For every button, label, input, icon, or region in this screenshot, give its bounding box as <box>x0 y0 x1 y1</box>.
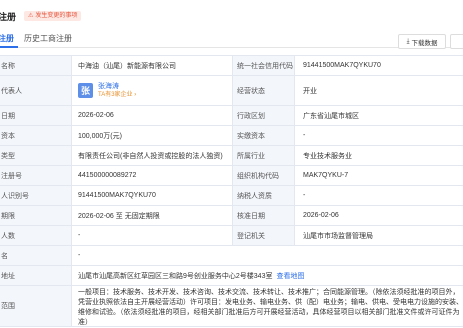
registration-authority: 汕尾市市场监督管理局 <box>294 226 463 245</box>
legal-rep-link[interactable]: 张海涛 <box>98 82 136 91</box>
field-label: 注册号 <box>0 166 71 185</box>
table-row: 名称 中海油（汕尾）新能源有限公司 统一社会信用代码 91441500MAK7Q… <box>0 56 463 76</box>
field-label: 核准日期 <box>232 206 294 225</box>
download-label: 下载数据 <box>411 39 438 47</box>
field-label: 期限 <box>0 206 71 225</box>
company-name: 中海油（汕尾）新能源有限公司 <box>71 56 232 75</box>
business-term: 2026-02-06 至 无固定期限 <box>71 206 232 225</box>
related-companies-link[interactable]: TA有3家企业 › <box>98 91 136 100</box>
establish-date: 2026-02-06 <box>71 106 232 125</box>
taxpayer-id: 91441500MAK7QYKU70 <box>71 186 232 205</box>
field-label: 纳税人资质 <box>232 186 294 205</box>
section-header: 注册 ⚠ 发生变更的事项 <box>0 0 463 30</box>
former-name: - <box>71 246 463 265</box>
field-label: 地址 <box>0 266 71 285</box>
field-label: 登记机关 <box>232 226 294 245</box>
table-row: 类型 有限责任公司(非自然人投资或控股的法人独资) 所属行业 专业技术服务业 <box>0 146 463 166</box>
business-status: 开业 <box>294 76 463 105</box>
field-label: 日期 <box>0 106 71 125</box>
paid-capital: - <box>294 126 463 145</box>
registered-address: 汕尾市汕尾高新区红草园区三和路9号创业服务中心2号楼343室 查看地图 <box>71 266 463 285</box>
table-row: 人识别号 91441500MAK7QYKU70 纳税人资质 - <box>0 186 463 206</box>
table-row: 注册号 441500000089272 组织机构代码 MAK7QYKU-7 <box>0 166 463 186</box>
field-label: 行政区划 <box>232 106 294 125</box>
tab-registration[interactable]: 注册 <box>0 33 18 48</box>
table-row: 日期 2026-02-06 行政区划 广东省汕尾市城区 <box>0 106 463 126</box>
table-row: 资本 100,000万(元) 实缴资本 - <box>0 126 463 146</box>
field-label: 实缴资本 <box>232 126 294 145</box>
table-row: 名 - <box>0 246 463 266</box>
view-map-link[interactable]: 查看地图 <box>276 271 304 281</box>
field-label: 人识别号 <box>0 186 71 205</box>
download-icon: ⤓ <box>406 37 410 45</box>
table-row: 范围 一般项目：技术服务、技术开发、技术咨询、技术交流、技术转让、技术推广；合同… <box>0 286 463 327</box>
field-label: 名称 <box>0 56 71 75</box>
table-row: 代表人 张 张海涛 TA有3家企业 › 经营状态 开业 <box>0 76 463 106</box>
admin-region: 广东省汕尾市城区 <box>294 106 463 125</box>
field-label: 范围 <box>0 286 71 326</box>
avatar[interactable]: 张 <box>78 83 93 98</box>
field-label: 经营状态 <box>232 76 294 105</box>
table-row: 人数 - 登记机关 汕尾市市场监督管理局 <box>0 226 463 246</box>
taxpayer-qualification: - <box>294 186 463 205</box>
change-badge-label: 发生变更的事项 <box>35 13 78 19</box>
org-code: MAK7QYKU-7 <box>294 166 463 185</box>
field-label: 所属行业 <box>232 146 294 165</box>
section-title: 注册 <box>0 12 17 22</box>
field-label: 组织机构代码 <box>232 166 294 185</box>
change-badge[interactable]: ⚠ 发生变更的事项 <box>24 11 82 21</box>
registration-table: 名称 中海油（汕尾）新能源有限公司 统一社会信用代码 91441500MAK7Q… <box>0 55 463 327</box>
field-label: 代表人 <box>0 76 71 105</box>
credit-code: 91441500MAK7QYKU70 <box>294 56 463 75</box>
field-label: 人数 <box>0 226 71 245</box>
registration-number: 441500000089272 <box>71 166 232 185</box>
registered-capital: 100,000万(元) <box>71 126 232 145</box>
more-button[interactable] <box>450 34 463 49</box>
field-label: 类型 <box>0 146 71 165</box>
table-row: 地址 汕尾市汕尾高新区红草园区三和路9号创业服务中心2号楼343室 查看地图 <box>0 266 463 286</box>
address-text: 汕尾市汕尾高新区红草园区三和路9号创业服务中心2号楼343室 <box>78 272 273 280</box>
field-label: 名 <box>0 246 71 265</box>
legal-rep-cell: 张 张海涛 TA有3家企业 › <box>71 76 232 105</box>
alert-icon: ⚠ <box>28 13 34 19</box>
approval-date: 2026-02-06 <box>294 206 463 225</box>
tab-bar: 注册 历史工商注册 <box>0 30 463 48</box>
tab-history-registration[interactable]: 历史工商注册 <box>24 33 72 44</box>
field-label: 资本 <box>0 126 71 145</box>
download-button[interactable]: ⤓ 下载数据 <box>398 34 446 49</box>
field-label: 统一社会信用代码 <box>232 56 294 75</box>
staff-count: - <box>71 226 232 245</box>
industry: 专业技术服务业 <box>294 146 463 165</box>
company-type: 有限责任公司(非自然人投资或控股的法人独资) <box>71 146 232 165</box>
business-scope: 一般项目：技术服务、技术开发、技术咨询、技术交流、技术转让、技术推广；合同能源管… <box>71 286 463 326</box>
table-row: 期限 2026-02-06 至 无固定期限 核准日期 2026-02-06 <box>0 206 463 226</box>
